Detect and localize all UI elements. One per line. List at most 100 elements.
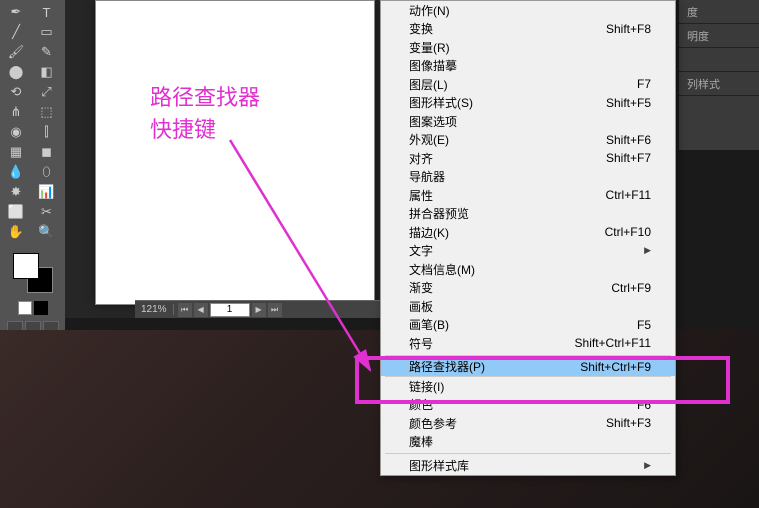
menu-item-16[interactable]: 画板 xyxy=(381,297,675,316)
tool-rotate[interactable]: ⟲ xyxy=(2,82,30,102)
menu-item-shortcut: F6 xyxy=(637,398,651,412)
canvas-area: 121% ⏮ ◀ ▶ ⏭ 选择 xyxy=(65,0,385,318)
menu-item-shortcut: Shift+F6 xyxy=(606,133,651,147)
menu-item-2[interactable]: 变量(R) xyxy=(381,38,675,57)
menu-item-20[interactable]: 路径查找器(P) Shift+Ctrl+F9 xyxy=(381,358,675,377)
menu-item-4[interactable]: 图层(L) F7 xyxy=(381,75,675,94)
mini-swatch-white[interactable] xyxy=(18,301,32,315)
menu-item-shortcut: F5 xyxy=(637,318,651,332)
menu-item-15[interactable]: 渐变 Ctrl+F9 xyxy=(381,279,675,298)
menu-item-shortcut: Shift+F5 xyxy=(606,96,651,110)
menu-item-label: 图像描摹 xyxy=(409,57,457,74)
tool-eraser[interactable]: ◧ xyxy=(33,62,61,82)
menu-item-13[interactable]: 文字 ▶ xyxy=(381,242,675,261)
tool-pencil[interactable]: ✎ xyxy=(33,42,61,62)
tool-artboard[interactable]: ⬜ xyxy=(2,202,30,222)
menu-item-label: 变量(R) xyxy=(409,39,450,56)
foreground-color[interactable] xyxy=(13,253,39,279)
tool-chart[interactable]: 📊 xyxy=(33,182,61,202)
menu-item-shortcut: F7 xyxy=(637,77,651,91)
tool-zoom[interactable]: 🔍 xyxy=(33,222,61,242)
panel-tab-3[interactable] xyxy=(679,48,759,72)
menu-item-22[interactable]: 链接(I) xyxy=(381,377,675,396)
pager: ⏮ ◀ ▶ ⏭ xyxy=(174,303,286,317)
menu-item-25[interactable]: 魔棒 xyxy=(381,433,675,452)
menu-item-27[interactable]: 图形样式库 ▶ xyxy=(381,456,675,475)
tool-width[interactable]: ⋔ xyxy=(2,102,30,122)
menu-item-14[interactable]: 文档信息(M) xyxy=(381,260,675,279)
tool-pen[interactable]: ✒ xyxy=(2,2,30,22)
menu-item-label: 图层(L) xyxy=(409,76,448,93)
zoom-level[interactable]: 121% xyxy=(135,304,174,315)
menu-item-11[interactable]: 拼合器预览 xyxy=(381,205,675,224)
tool-mesh[interactable]: ▦ xyxy=(2,142,30,162)
menu-item-6[interactable]: 图案选项 xyxy=(381,112,675,131)
menu-item-0[interactable]: 动作(N) xyxy=(381,1,675,20)
menu-item-9[interactable]: 导航器 xyxy=(381,168,675,187)
tool-graph[interactable]: ⫿ xyxy=(33,122,61,142)
menu-item-label: 外观(E) xyxy=(409,131,449,148)
panel-tab-2[interactable]: 明度 xyxy=(679,24,759,48)
tool-shape[interactable]: ◉ xyxy=(2,122,30,142)
tool-symbol[interactable]: ✸ xyxy=(2,182,30,202)
tool-brush[interactable]: 🖌 xyxy=(2,42,30,62)
menu-item-shortcut: Shift+Ctrl+F11 xyxy=(575,336,651,350)
menu-item-label: 文字 xyxy=(409,242,433,259)
menu-item-label: 图形样式库 xyxy=(409,457,469,474)
menu-item-23[interactable]: 颜色 F6 xyxy=(381,396,675,415)
menu-item-label: 导航器 xyxy=(409,168,445,185)
tools-toolbar: ✒ T ╱ ▭ 🖌 ✎ ⬤ ◧ ⟲ ⤢ ⋔ ⬚ ◉ ⫿ ▦ ◼ 💧 ⬯ ✸ 📊 … xyxy=(0,0,65,330)
menu-item-label: 渐变 xyxy=(409,279,433,296)
menu-item-shortcut: Ctrl+F10 xyxy=(605,225,651,239)
pager-last[interactable]: ⏭ xyxy=(268,303,282,317)
pager-input[interactable] xyxy=(210,303,250,317)
tool-blend[interactable]: ⬯ xyxy=(33,162,61,182)
menu-item-shortcut: Ctrl+F9 xyxy=(611,281,651,295)
menu-item-label: 魔棒 xyxy=(409,433,433,450)
tool-rect[interactable]: ▭ xyxy=(33,22,61,42)
menu-item-label: 属性 xyxy=(409,187,433,204)
menu-item-label: 图案选项 xyxy=(409,113,457,130)
window-menu: 动作(N)变换 Shift+F8 变量(R)图像描摹图层(L) F7 图形样式(S) Sh… xyxy=(380,0,676,476)
menu-item-10[interactable]: 属性 Ctrl+F11 xyxy=(381,186,675,205)
menu-item-8[interactable]: 对齐Shift+F7 xyxy=(381,149,675,168)
menu-item-label: 变换 xyxy=(409,20,433,37)
menu-item-shortcut: Shift+F3 xyxy=(606,416,651,430)
menu-item-1[interactable]: 变换 Shift+F8 xyxy=(381,20,675,39)
menu-item-shortcut: Ctrl+F11 xyxy=(606,188,651,202)
menu-item-17[interactable]: 画笔(B)F5 xyxy=(381,316,675,335)
menu-item-18[interactable]: 符号Shift+Ctrl+F11 xyxy=(381,334,675,353)
menu-item-label: 路径查找器(P) xyxy=(409,358,485,375)
tool-slice[interactable]: ✂ xyxy=(33,202,61,222)
panel-tab-4[interactable]: 列样式 xyxy=(679,72,759,96)
menu-item-7[interactable]: 外观(E) Shift+F6 xyxy=(381,131,675,150)
menu-item-label: 对齐 xyxy=(409,150,433,167)
menu-item-5[interactable]: 图形样式(S) Shift+F5 xyxy=(381,94,675,113)
canvas[interactable] xyxy=(95,0,375,305)
tool-scale[interactable]: ⤢ xyxy=(33,82,61,102)
menu-item-shortcut: Shift+Ctrl+F9 xyxy=(580,360,651,374)
panel-tab-1[interactable]: 度 xyxy=(679,0,759,24)
mini-swatch-black[interactable] xyxy=(34,301,48,315)
submenu-arrow-icon: ▶ xyxy=(644,245,651,256)
pager-first[interactable]: ⏮ xyxy=(178,303,192,317)
menu-item-12[interactable]: 描边(K)Ctrl+F10 xyxy=(381,223,675,242)
menu-item-label: 拼合器预览 xyxy=(409,205,469,222)
menu-item-shortcut: Shift+F8 xyxy=(606,22,651,36)
tool-hand[interactable]: ✋ xyxy=(2,222,30,242)
submenu-arrow-icon: ▶ xyxy=(644,460,651,471)
tool-line[interactable]: ╱ xyxy=(2,22,30,42)
tool-free[interactable]: ⬚ xyxy=(33,102,61,122)
menu-item-3[interactable]: 图像描摹 xyxy=(381,57,675,76)
menu-item-label: 图形样式(S) xyxy=(409,94,473,111)
tool-gradient[interactable]: ◼ xyxy=(33,142,61,162)
menu-item-label: 颜色 xyxy=(409,396,433,413)
pager-prev[interactable]: ◀ xyxy=(194,303,208,317)
tool-blob[interactable]: ⬤ xyxy=(2,62,30,82)
menu-item-24[interactable]: 颜色参考 Shift+F3 xyxy=(381,414,675,433)
pager-next[interactable]: ▶ xyxy=(252,303,266,317)
tool-type[interactable]: T xyxy=(33,2,61,22)
tool-eyedrop[interactable]: 💧 xyxy=(2,162,30,182)
color-swatches[interactable] xyxy=(13,253,53,293)
menu-item-label: 颜色参考 xyxy=(409,415,457,432)
